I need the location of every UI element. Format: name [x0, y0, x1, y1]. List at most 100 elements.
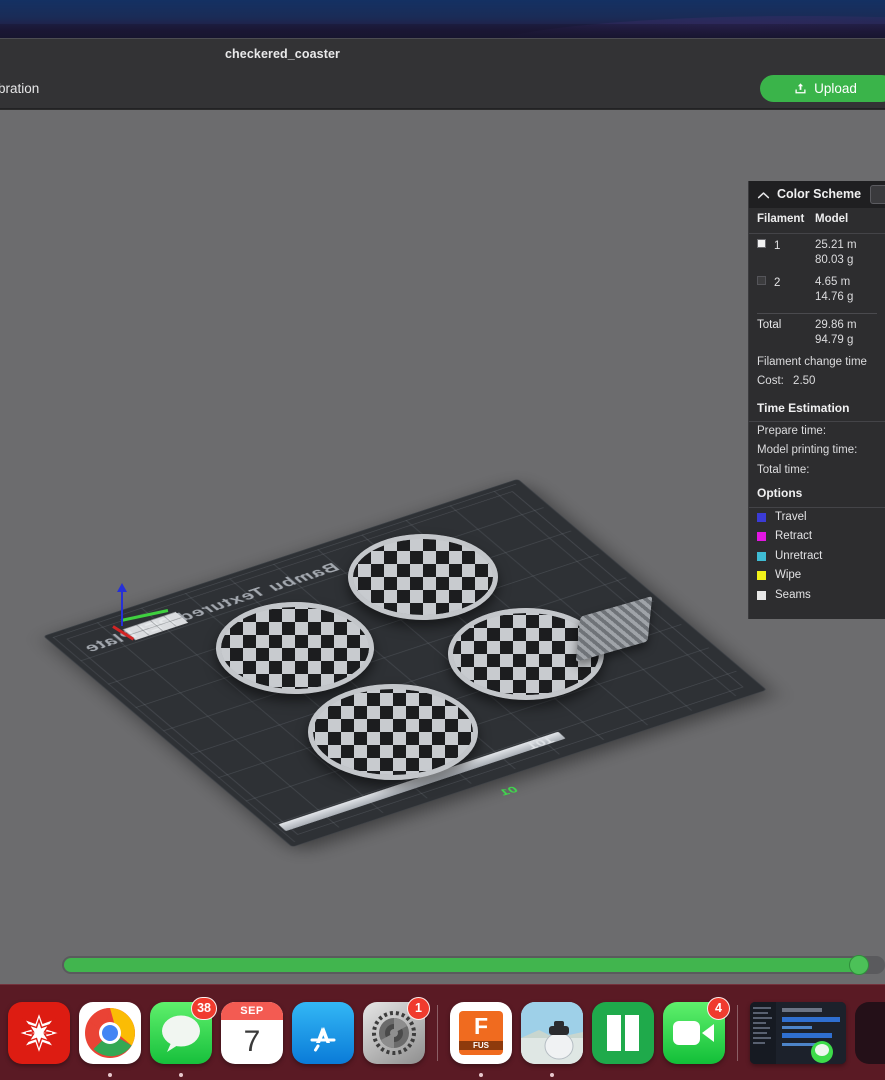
- option-unretract[interactable]: Unretract: [749, 547, 885, 567]
- option-label: Retract: [775, 530, 813, 543]
- messages-badge: 38: [191, 996, 217, 1020]
- model-coaster-4[interactable]: [308, 684, 478, 780]
- fusion-square: F FUS: [459, 1010, 503, 1055]
- dock-item-preview[interactable]: [521, 1001, 583, 1077]
- option-wipe[interactable]: Wipe: [749, 566, 885, 586]
- trash-icon: [855, 1001, 885, 1064]
- layer-slider-handle[interactable]: [849, 955, 869, 975]
- layer-slider-fill: [64, 958, 858, 972]
- build-plate: Bambu Textured PEI Plate 101 01: [43, 478, 767, 848]
- dock-item-window-thumbnail[interactable]: [750, 1001, 846, 1064]
- dock-item-excel[interactable]: [592, 1001, 654, 1064]
- retract-color-swatch: [757, 532, 766, 542]
- coaster-rim: [348, 534, 498, 620]
- panel-title: Color Scheme: [777, 187, 862, 202]
- macos-dock: 38 SEP 7 1 F FUS 4: [0, 984, 885, 1080]
- option-seams[interactable]: Seams: [749, 586, 885, 606]
- dock-item-trash[interactable]: [855, 1001, 885, 1064]
- model-coaster-2[interactable]: [216, 602, 374, 694]
- running-indicator: [108, 1072, 112, 1077]
- time-row-total: Total time:: [749, 461, 885, 481]
- total-row: Total 29.86 m 94.79 g: [749, 314, 885, 353]
- z-axis: [121, 588, 123, 626]
- spikey-glyph: [16, 1009, 62, 1056]
- axis-gizmo: [110, 583, 190, 663]
- model-coaster-1[interactable]: [348, 534, 498, 620]
- layer-slider-track[interactable]: [62, 955, 885, 975]
- wallpaper-shade: [0, 24, 885, 38]
- total-weight: 94.79 g: [815, 334, 854, 347]
- time-label: Model printing time:: [757, 444, 858, 457]
- dock-item-system-settings[interactable]: 1: [363, 996, 430, 1064]
- app-store-icon: [292, 1001, 354, 1064]
- filament-row[interactable]: 1 25.21 m 80.03 g: [749, 234, 885, 271]
- total-length: 29.86 m: [815, 318, 857, 331]
- running-indicator: [550, 1072, 554, 1077]
- dock-separator: [737, 1004, 738, 1061]
- panel-column-headers: Filament Model: [749, 208, 885, 234]
- coaster-rim: [308, 684, 478, 780]
- speech-bubble-glyph: [162, 1015, 200, 1052]
- time-row-model-printing: Model printing time:: [749, 441, 885, 461]
- desktop-wallpaper: [0, 0, 885, 86]
- slice-info-panel: Color Scheme Filament Model 1 25.21 m 80…: [748, 181, 885, 620]
- dock-item-calendar[interactable]: SEP 7: [221, 1001, 283, 1064]
- filament-row[interactable]: 2 4.65 m 14.76 g: [749, 271, 885, 308]
- facetime-badge: 4: [707, 996, 730, 1020]
- window-thumbnail-icon: [750, 1001, 846, 1064]
- fusion-letter: F: [473, 1013, 489, 1039]
- running-indicator: [179, 1072, 183, 1077]
- dock-item-facetime[interactable]: 4: [663, 996, 730, 1064]
- unretract-color-swatch: [757, 551, 766, 561]
- window-pane-glyph: [607, 1014, 639, 1051]
- preview-icon: [521, 1001, 583, 1064]
- column-header-model: Model: [815, 213, 849, 225]
- dock-item-app-store[interactable]: [292, 1001, 354, 1064]
- calendar-day: 7: [243, 1024, 261, 1058]
- upload-button[interactable]: Upload: [760, 75, 885, 102]
- screen: checkered_coaster bration Upload Bambu T…: [0, 0, 885, 1080]
- 3d-viewport[interactable]: Bambu Textured PEI Plate 101 01 Color Sc…: [0, 110, 885, 985]
- time-label: Prepare time:: [757, 424, 827, 437]
- cost-row: Cost: 2.50: [749, 372, 885, 396]
- color-scheme-select[interactable]: [870, 185, 885, 204]
- option-label: Seams: [775, 588, 811, 601]
- calendar-month: SEP: [221, 1001, 283, 1020]
- cost-label: Cost:: [757, 375, 784, 388]
- dock-item-google-chrome[interactable]: [79, 1001, 141, 1077]
- slider-area: [0, 947, 885, 985]
- option-travel[interactable]: Travel: [749, 508, 885, 528]
- window-preview-glyph: [750, 1001, 846, 1064]
- column-header-filament: Filament: [757, 213, 805, 225]
- filament-color-swatch[interactable]: [757, 275, 766, 285]
- panel-header[interactable]: Color Scheme: [749, 181, 885, 208]
- excel-icon: [592, 1001, 654, 1064]
- time-estimation-heading: Time Estimation: [749, 396, 885, 422]
- fusion-text: FUS: [459, 1041, 503, 1050]
- plate-front-label: 01: [497, 785, 521, 798]
- preview-glyph: [521, 1001, 583, 1064]
- chevron-up-icon[interactable]: [757, 190, 770, 199]
- filament-color-swatch[interactable]: [757, 238, 766, 248]
- chrome-icon: [79, 1001, 141, 1064]
- filament-left: 2: [757, 275, 815, 306]
- option-label: Unretract: [775, 549, 823, 562]
- dock-separator: [437, 1004, 438, 1061]
- calendar-icon: SEP 7: [221, 1001, 283, 1064]
- tab-calibration[interactable]: bration: [0, 81, 39, 96]
- option-label: Travel: [775, 510, 807, 523]
- dock-item-messages[interactable]: 38: [150, 996, 217, 1077]
- dock-item-fusion-360[interactable]: F FUS: [450, 1001, 512, 1077]
- fusion-icon: F FUS: [450, 1001, 512, 1064]
- time-label: Total time:: [757, 463, 810, 476]
- filament-change-time-label: Filament change time: [757, 355, 867, 368]
- cost-value: 2.50: [793, 375, 816, 388]
- options-heading: Options: [749, 480, 885, 508]
- filament-usage: 25.21 m 80.03 g: [815, 238, 877, 269]
- filament-left: 1: [757, 238, 815, 269]
- option-retract[interactable]: Retract: [749, 527, 885, 547]
- chrome-glyph: [85, 1007, 135, 1058]
- total-label: Total: [757, 318, 782, 331]
- video-camera-glyph: [673, 1020, 714, 1045]
- dock-item-wolfram-mathematica[interactable]: [8, 1001, 70, 1064]
